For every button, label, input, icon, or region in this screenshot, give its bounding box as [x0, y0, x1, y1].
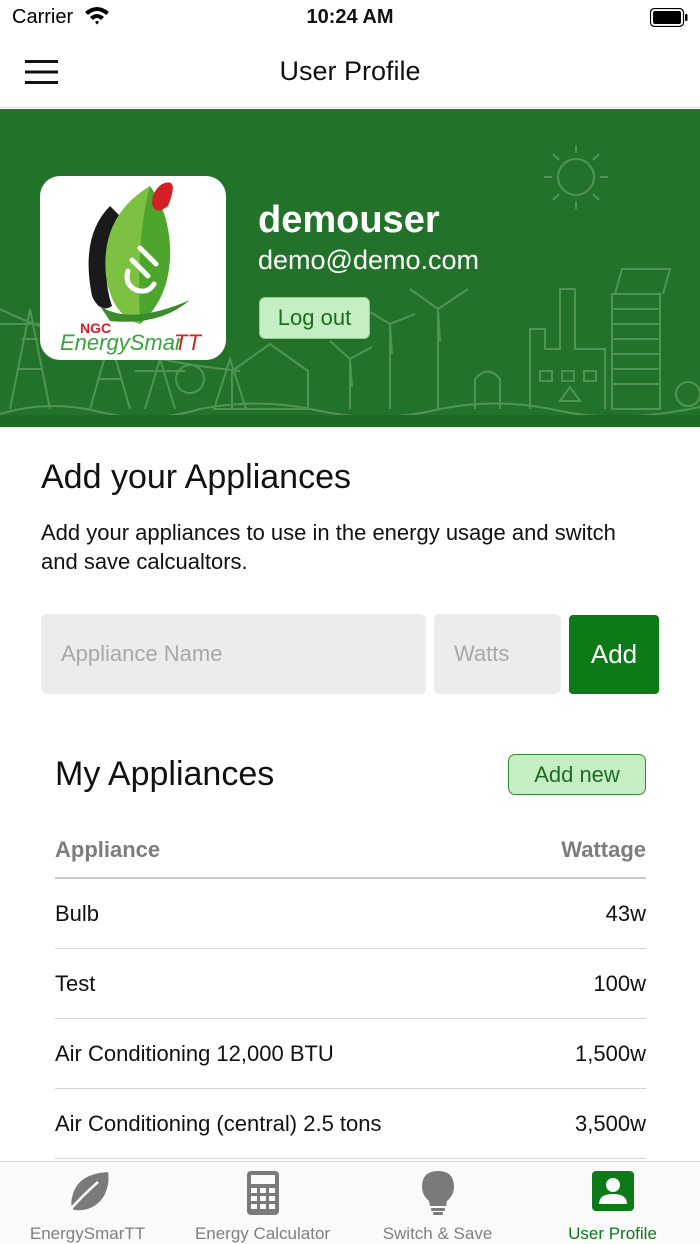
appliance-wattage-cell: 3,500w	[575, 1111, 646, 1136]
leaf-icon	[66, 1172, 108, 1213]
svg-text:TT: TT	[174, 330, 202, 355]
status-bar: Carrier 10:24 AM	[0, 0, 700, 36]
appliance-name-input[interactable]	[41, 614, 426, 694]
add-new-button[interactable]: Add new	[508, 754, 646, 795]
appliance-wattage-cell: 43w	[605, 901, 646, 926]
add-appliance-button[interactable]: Add	[569, 615, 659, 694]
battery-icon	[650, 8, 688, 27]
logout-button[interactable]: Log out	[259, 297, 370, 339]
appliance-name-cell: Air Conditioning 12,000 BTU	[55, 1041, 334, 1066]
watts-input[interactable]	[434, 614, 561, 694]
logo-brand-text: EnergySmar	[60, 330, 184, 355]
table-row[interactable]: Test 100w	[55, 949, 646, 1019]
appliance-name-cell: Bulb	[55, 901, 100, 926]
appliances-table: Appliance Wattage Bulb 43w Test 100w Air…	[55, 826, 646, 1159]
my-appliances-title: My Appliances	[55, 755, 275, 793]
table-row[interactable]: Air Conditioning 12,000 BTU 1,500w	[55, 1019, 646, 1089]
tab-energy-calculator[interactable]: Energy Calculator	[175, 1162, 350, 1244]
tab-label: Energy Calculator	[194, 1224, 331, 1243]
tab-switch-save[interactable]: Switch & Save	[350, 1162, 525, 1244]
table-row[interactable]: Bulb 43w	[55, 879, 646, 949]
page-title: User Profile	[279, 56, 421, 86]
lightbulb-icon	[421, 1171, 454, 1215]
status-time: 10:24 AM	[306, 6, 394, 28]
calculator-icon	[246, 1171, 279, 1215]
appliance-wattage-cell: 1,500w	[575, 1041, 646, 1066]
table-header: Appliance Wattage	[55, 826, 646, 879]
user-profile-icon	[591, 1171, 634, 1211]
appliance-name-cell: Test	[55, 971, 96, 996]
profile-username: demouser	[258, 199, 440, 241]
app-logo: NGC EnergySmar TT	[40, 176, 226, 360]
nav-bar: User Profile	[0, 36, 700, 108]
column-header-wattage: Wattage	[561, 837, 646, 862]
tab-user-profile[interactable]: User Profile	[525, 1162, 700, 1244]
tab-label: Switch & Save	[382, 1224, 493, 1243]
tab-label: EnergySmarTT	[29, 1224, 146, 1243]
profile-email: demo@demo.com	[258, 245, 479, 275]
tab-bar: EnergySmarTT Energy Calculator Switch & …	[0, 1161, 700, 1244]
add-appliances-title: Add your Appliances	[41, 458, 351, 496]
column-header-appliance: Appliance	[55, 837, 161, 862]
tab-label: User Profile	[568, 1224, 657, 1243]
table-row[interactable]: Air Conditioning (central) 2.5 tons 3,50…	[55, 1089, 646, 1159]
energy-leaf-plug-icon: NGC EnergySmar TT	[60, 182, 202, 355]
appliance-name-cell: Air Conditioning (central) 2.5 tons	[55, 1111, 382, 1136]
add-appliances-description: Add your appliances to use in the energy…	[41, 520, 616, 574]
profile-header: NGC EnergySmar TT demouser demo@demo.com…	[0, 109, 700, 427]
tab-energysmartt[interactable]: EnergySmarTT	[0, 1162, 175, 1244]
appliance-wattage-cell: 100w	[593, 971, 646, 996]
